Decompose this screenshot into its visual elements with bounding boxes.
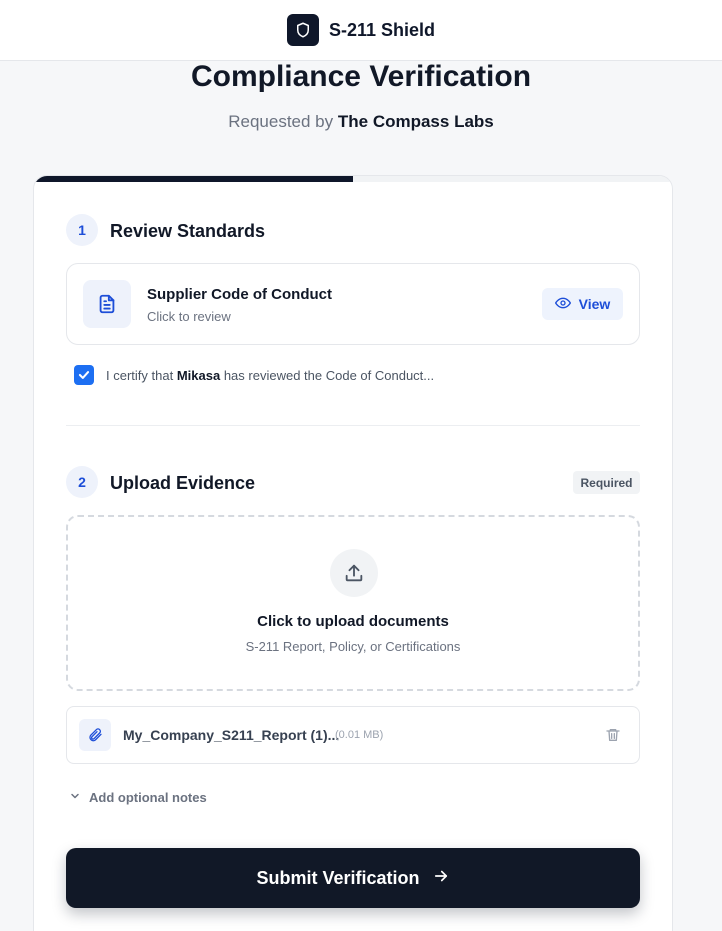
- required-badge: Required: [573, 471, 640, 494]
- paperclip-icon: [79, 719, 111, 751]
- section-divider: [66, 425, 640, 426]
- add-notes-toggle[interactable]: Add optional notes: [69, 790, 207, 805]
- document-hint: Click to review: [147, 309, 231, 324]
- arrow-right-icon: [432, 867, 450, 890]
- requested-by-label: Requested by: [228, 112, 334, 131]
- top-bar: S-211 Shield: [0, 0, 722, 61]
- page-title: Compliance Verification: [190, 60, 532, 93]
- submit-button[interactable]: Submit Verification: [66, 848, 640, 908]
- view-button[interactable]: View: [542, 288, 623, 320]
- uploaded-file: My_Company_S211_Report (1)... (0.01 MB): [66, 706, 640, 764]
- step-2-number: 2: [66, 466, 98, 498]
- brand-name: S-211 Shield: [328, 19, 436, 40]
- eye-icon: [554, 295, 571, 314]
- certify-label: I certify that Mikasa has reviewed the C…: [106, 368, 434, 383]
- document-icon: [83, 280, 131, 328]
- requester-name: The Compass Labs: [337, 112, 494, 131]
- upload-title: Click to upload documents: [257, 613, 449, 630]
- view-button-label: View: [578, 296, 611, 312]
- file-size: (0.01 MB): [335, 729, 384, 741]
- step-1-title: Review Standards: [110, 221, 266, 241]
- certify-checkbox-row[interactable]: I certify that Mikasa has reviewed the C…: [74, 365, 434, 385]
- certify-checkbox[interactable]: [74, 365, 94, 385]
- upload-dropzone[interactable]: Click to upload documents S-211 Report, …: [66, 515, 640, 691]
- step-1-number: 1: [66, 214, 98, 246]
- certify-name: Mikasa: [176, 367, 221, 383]
- submit-button-label: Submit Verification: [256, 867, 420, 888]
- step-2-title: Upload Evidence: [110, 473, 256, 493]
- upload-subtitle: S-211 Report, Policy, or Certifications: [245, 639, 461, 654]
- shield-icon: [286, 14, 319, 46]
- code-of-conduct-document[interactable]: Supplier Code of Conduct Click to review…: [66, 263, 640, 345]
- certify-prefix: I certify that: [106, 367, 174, 383]
- document-name: Supplier Code of Conduct: [147, 286, 332, 303]
- verification-card: 1 Review Standards Supplier Code of Cond…: [33, 175, 673, 931]
- add-notes-label: Add optional notes: [89, 790, 207, 805]
- requested-by: Requested by The Compass Labs: [0, 112, 722, 132]
- certify-suffix: has reviewed the Code of Conduct...: [223, 367, 435, 383]
- upload-icon: [330, 549, 378, 597]
- chevron-down-icon: [69, 790, 81, 805]
- progress-bar: [34, 176, 672, 182]
- file-name: My_Company_S211_Report (1)...: [123, 727, 340, 743]
- trash-icon[interactable]: [605, 726, 621, 749]
- progress-fill: [34, 176, 353, 182]
